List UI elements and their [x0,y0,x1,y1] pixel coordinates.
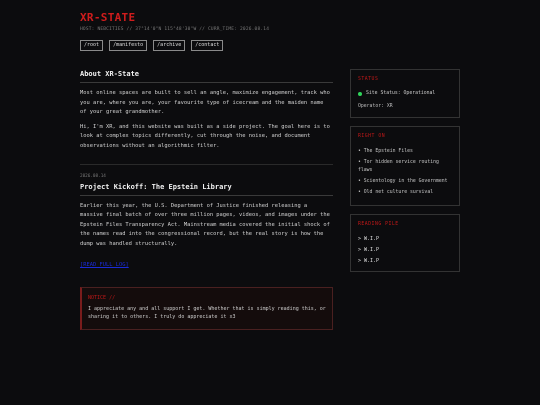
reading-pile-item[interactable]: > W.I.P [358,236,452,242]
about-section: About XR-State Most online spaces are bu… [80,70,333,152]
nav-contact[interactable]: /contact [191,40,224,51]
site-status-text: Site Status: Operational [366,91,436,96]
notice-title: NOTICE // [88,294,116,301]
right-on-item[interactable]: • Scientology in the Government [358,178,452,186]
main-content: About XR-State Most online spaces are bu… [80,70,333,330]
reading-pile-item[interactable]: > W.I.P [358,247,452,253]
notice-box: NOTICE // I appreciate any and all suppo… [80,286,333,330]
right-on-item[interactable]: • Old net culture survival [358,189,452,197]
status-indicator-icon [358,91,362,96]
about-paragraph: Hi, I'm XR, and this website was built a… [80,123,330,149]
nav-manifesto[interactable]: /manifesto [109,40,148,51]
post-body: Earlier this year, the U.S. Department o… [80,202,330,247]
nav-root[interactable]: /root [80,40,104,51]
notice-text: I appreciate any and all support I get. … [88,305,326,321]
status-panel: STATUS Site Status: Operational Operator… [350,69,460,118]
right-on-title: RIGHT ON [358,134,386,139]
about-paragraph: Most online spaces are built to sell an … [80,90,330,116]
reading-pile-item[interactable]: > W.I.P [358,258,452,264]
post-date: 2026.08.14 [80,173,106,179]
right-on-panel: RIGHT ON • The Epstein Files • Tor hidde… [350,126,460,206]
right-on-item[interactable]: • The Epstein Files [358,148,452,156]
heading-rule [80,82,333,83]
section-divider [80,163,333,165]
about-heading: About XR-State [80,70,140,78]
post-title[interactable]: Project Kickoff: The Epstein Library [80,183,333,191]
heading-rule [80,194,333,196]
host-line: HOST: NEBCITIES // 37°14'0"N 115°48'30"W… [80,27,270,32]
status-line: Site Status: Operational [358,91,452,96]
site-title[interactable]: XR-STATE [80,11,135,24]
reading-pile-title: READING PILE [358,222,399,227]
post-entry: 2026.08.14 Project Kickoff: The Epstein … [80,174,333,268]
status-title: STATUS [358,77,379,82]
read-full-log-link[interactable]: [READ FULL LOG] [80,262,129,268]
nav-archive[interactable]: /archive [153,40,186,51]
right-on-item[interactable]: • Tor hidden service routing flaws [358,159,452,175]
main-nav: /root /manifesto /archive /contact [80,40,224,51]
operator-text: Operator: XR [358,104,393,109]
reading-pile-panel: READING PILE > W.I.P > W.I.P > W.I.P [350,214,460,272]
